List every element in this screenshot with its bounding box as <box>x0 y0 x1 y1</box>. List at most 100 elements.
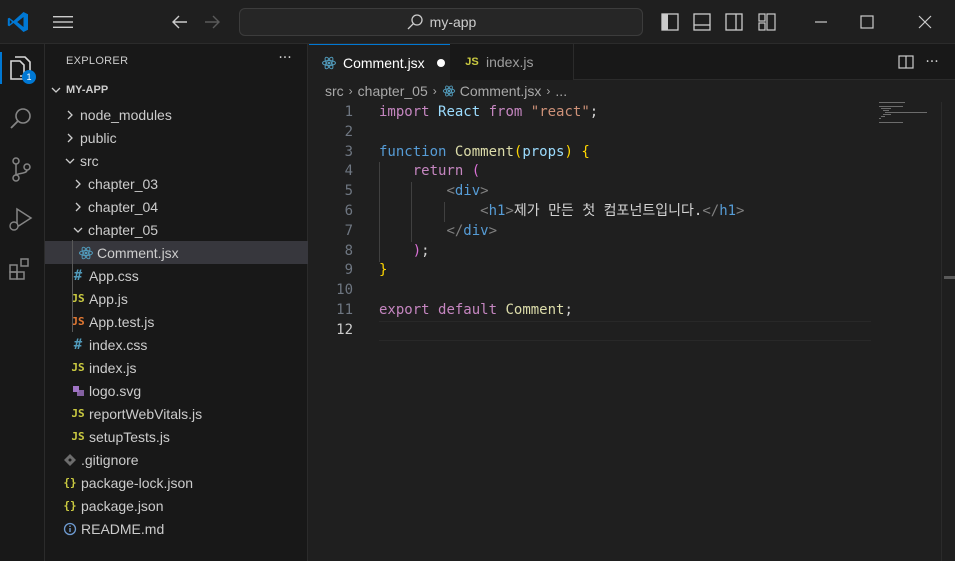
tree-item-label: App.js <box>89 290 128 307</box>
explorer-badge: 1 <box>22 70 36 84</box>
tree-file-item[interactable]: JS App.test.js <box>45 310 308 333</box>
split-editor-icon[interactable] <box>896 52 916 72</box>
tree-folder-item[interactable]: chapter_03 <box>45 172 308 195</box>
run-and-debug-icon[interactable] <box>6 204 36 234</box>
minimap-line <box>883 114 891 115</box>
tab-comment-jsx[interactable]: Comment.jsx <box>309 44 450 80</box>
minimize-icon[interactable] <box>809 10 833 34</box>
tree-file-item[interactable]: {} package-lock.json <box>45 471 308 494</box>
tree-file-item[interactable]: {} package.json <box>45 494 308 517</box>
tree-file-item[interactable]: JS index.js <box>45 356 308 379</box>
scrollbar-cursor-marker <box>944 276 955 279</box>
tree-item-label: App.test.js <box>89 313 155 330</box>
tree-item-label: Comment.jsx <box>97 244 179 261</box>
tree-item-label: src <box>80 152 99 169</box>
extensions-icon[interactable] <box>6 254 36 284</box>
code-line[interactable]: 6 <h1>제가 만든 첫 컴포넌트입니다.</h1> <box>309 201 871 221</box>
js-file-icon: JS <box>71 361 85 374</box>
minimap[interactable] <box>871 102 941 561</box>
tab-index-js[interactable]: JS index.js <box>450 44 574 80</box>
tree-folder-item[interactable]: node_modules <box>45 103 308 126</box>
source-control-icon[interactable] <box>6 154 36 184</box>
explorer-title: EXPLORER <box>66 55 129 67</box>
chevron-right-icon: › <box>432 84 437 98</box>
minimap-line <box>881 108 891 109</box>
active-indicator <box>0 52 2 84</box>
json-file-icon: {} <box>63 476 77 489</box>
tree-file-item[interactable]: JS App.js <box>45 287 308 310</box>
tree-file-item[interactable]: JS setupTests.js <box>45 425 308 448</box>
hamburger-menu-icon[interactable] <box>52 13 74 31</box>
code-line[interactable]: 1 import React from "react"; <box>309 102 871 122</box>
tree-folder-item[interactable]: chapter_05 <box>45 218 308 241</box>
tree-item-label: chapter_05 <box>88 221 159 238</box>
line-number: 10 <box>336 282 353 299</box>
code-line[interactable]: 3 function Comment(props) { <box>309 142 871 162</box>
code-line[interactable]: 10 <box>309 280 871 300</box>
tree-file-item[interactable]: README.md <box>45 517 308 540</box>
chevron-right-icon <box>75 202 81 211</box>
info-icon <box>63 522 77 535</box>
chevron-right-icon <box>75 179 81 188</box>
tree-item-label: reportWebVitals.js <box>89 405 203 422</box>
tree-folder-item[interactable]: public <box>45 126 308 149</box>
code-line[interactable]: 2 <box>309 122 871 142</box>
tree-item-label: chapter_04 <box>88 198 159 215</box>
tree-file-item[interactable]: JS reportWebVitals.js <box>45 402 308 425</box>
tree-item-label: logo.svg <box>89 382 142 399</box>
breadcrumb-item-file[interactable]: Comment.jsx <box>460 83 542 99</box>
explorer-root-folder[interactable]: MY-APP <box>45 78 308 101</box>
breadcrumb-item-more[interactable]: ... <box>555 83 567 99</box>
explorer-more-actions-icon[interactable]: ··· <box>275 48 295 68</box>
tree-file-item[interactable]: # App.css <box>45 264 308 287</box>
code-line[interactable]: 11 export default Comment; <box>309 300 871 320</box>
code-line[interactable]: 4 return ( <box>309 161 871 181</box>
line-number: 7 <box>344 222 353 239</box>
json-file-icon: {} <box>63 499 77 512</box>
chevron-down-icon <box>65 158 75 164</box>
explorer-sidebar: EXPLORER ··· MY-APP node_modulespublic sr… <box>45 44 308 561</box>
breadcrumb-item-chapter-05[interactable]: chapter_05 <box>358 83 428 99</box>
root-folder-label: MY-APP <box>66 83 109 96</box>
toggle-panel-icon[interactable] <box>691 11 713 33</box>
search-icon[interactable] <box>6 104 36 134</box>
line-content: function Comment(props) { <box>379 143 590 160</box>
minimap-line <box>881 116 885 117</box>
editor-more-actions-icon[interactable]: ··· <box>922 52 942 72</box>
code-line[interactable]: 9} <box>309 260 871 280</box>
code-line[interactable]: 7 </div> <box>309 221 871 241</box>
code-line[interactable]: 5 <div> <box>309 181 871 201</box>
js-file-icon: JS <box>71 430 85 443</box>
minimap-line <box>879 118 881 119</box>
toggle-secondary-sidebar-icon[interactable] <box>723 11 745 33</box>
code-line[interactable]: 8 ); <box>309 241 871 261</box>
tree-file-item[interactable]: # index.css <box>45 333 308 356</box>
customize-layout-icon[interactable] <box>756 11 778 33</box>
unsaved-dot-icon[interactable] <box>436 58 445 67</box>
back-arrow-icon[interactable] <box>170 12 190 32</box>
line-content: <h1>제가 만든 첫 컴포넌트입니다.</h1> <box>480 203 745 219</box>
breadcrumb-item-src[interactable]: src <box>325 83 344 99</box>
line-number: 3 <box>344 143 353 160</box>
tree-file-item[interactable]: .gitignore <box>45 448 308 471</box>
tree-folder-item[interactable]: src <box>45 149 308 172</box>
tree-file-item[interactable]: Comment.jsx <box>45 241 308 264</box>
vertical-scrollbar[interactable] <box>941 102 955 561</box>
command-search-box[interactable]: my-app <box>239 8 643 36</box>
tree-item-label: chapter_03 <box>88 175 159 192</box>
tree-item-label: package-lock.json <box>81 474 194 491</box>
code-line[interactable]: 12 <box>309 320 871 340</box>
code-editor[interactable]: 1 import React from "react"; 2 3 function Co… <box>309 102 871 561</box>
tab-label: Comment.jsx <box>343 54 425 71</box>
forward-arrow-icon[interactable] <box>202 12 222 32</box>
close-icon[interactable] <box>913 10 937 34</box>
maximize-icon[interactable] <box>855 10 879 34</box>
react-icon <box>79 246 93 259</box>
tree-file-item[interactable]: logo.svg <box>45 379 308 402</box>
tree-item-label: public <box>80 129 117 146</box>
tree-item-label: node_modules <box>80 106 172 123</box>
toggle-primary-sidebar-icon[interactable] <box>659 11 681 33</box>
line-content: export default Comment; <box>379 302 573 318</box>
tree-folder-item[interactable]: chapter_04 <box>45 195 308 218</box>
minimap-line <box>879 106 903 107</box>
